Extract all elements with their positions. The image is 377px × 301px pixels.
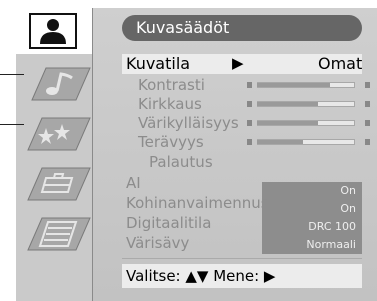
- ai-label[interactable]: AI: [126, 174, 141, 192]
- slider-fill: [257, 121, 318, 125]
- tab-info[interactable]: [16, 214, 92, 272]
- footer-divider: [122, 258, 362, 259]
- noise-reduction-value[interactable]: On: [262, 200, 362, 218]
- tab-picture[interactable]: [16, 8, 92, 66]
- brightness-label[interactable]: Kirkkaus: [138, 95, 202, 113]
- reset-item[interactable]: Palautus: [149, 153, 213, 171]
- navigation-hint: Valitse: ▲▼ Mene: ▶: [122, 264, 362, 288]
- slider-fill: [257, 140, 303, 144]
- contrast-label[interactable]: Kontrasti: [138, 76, 205, 94]
- color-tone-label[interactable]: Värisävy: [126, 234, 189, 252]
- ai-value[interactable]: On: [262, 182, 362, 200]
- digital-mode-value[interactable]: DRC 100: [262, 218, 362, 236]
- slider-fill: [257, 102, 318, 106]
- color-tone-value[interactable]: Normaali: [262, 236, 362, 254]
- picture-mode-label[interactable]: Kuvatila: [126, 54, 190, 73]
- noise-reduction-label[interactable]: Kohinanvaimennus: [126, 194, 269, 212]
- picture-mode-value[interactable]: Omat: [318, 54, 362, 73]
- picture-mode-arrow: ▶: [232, 54, 244, 72]
- menu-title: Kuvasäädöt: [122, 15, 362, 41]
- panel-divider: [92, 8, 93, 301]
- digital-mode-label[interactable]: Digitaalitila: [126, 214, 211, 232]
- sharpness-label[interactable]: Terävyys: [138, 133, 204, 151]
- slider-fill: [257, 83, 330, 87]
- color-saturation-label[interactable]: Värikylläisyys: [138, 114, 239, 132]
